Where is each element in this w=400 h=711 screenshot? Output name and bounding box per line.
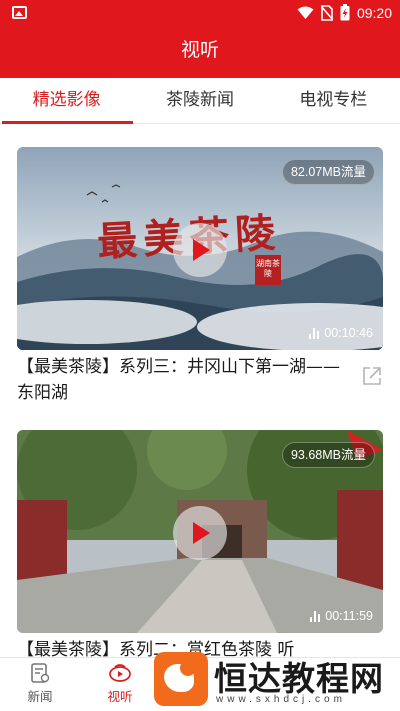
video-icon bbox=[109, 664, 131, 682]
image-icon bbox=[12, 6, 27, 19]
no-sim-icon bbox=[320, 4, 333, 21]
video-duration: 00:11:59 bbox=[310, 609, 373, 623]
video-thumbnail[interactable]: 最美茶陵 湖南茶陵 82.07MB流量 00:10:46 bbox=[17, 147, 383, 350]
nav-news[interactable]: 新闻 bbox=[10, 662, 70, 705]
page-title: 视听 bbox=[0, 27, 400, 78]
nav-video[interactable]: 视听 bbox=[90, 662, 150, 705]
watermark-title: 恒达教程网 bbox=[214, 659, 384, 698]
news-icon bbox=[31, 663, 50, 683]
watermark-logo-icon bbox=[154, 652, 208, 706]
video-thumbnail[interactable]: 93.68MB流量 00:11:59 bbox=[17, 430, 383, 633]
watermark-url: www.sxhdcj.com bbox=[216, 694, 346, 705]
video-title[interactable]: 【最美茶陵】系列三：井冈山下第一湖——东阳湖 bbox=[17, 354, 345, 406]
video-feed[interactable]: 最美茶陵 湖南茶陵 82.07MB流量 00:10:46 【最美茶陵】系列三：井… bbox=[0, 124, 400, 657]
seal-stamp: 湖南茶陵 bbox=[255, 255, 281, 285]
volume-bars-icon bbox=[310, 610, 321, 622]
tab-bar: 精选影像 茶陵新闻 电视专栏 bbox=[0, 78, 400, 124]
nav-news-label: 新闻 bbox=[27, 689, 53, 704]
tab-featured-videos[interactable]: 精选影像 bbox=[0, 78, 134, 124]
system-icons: 09:20 bbox=[297, 4, 392, 21]
clock: 09:20 bbox=[356, 4, 392, 21]
tab-chaling-news[interactable]: 茶陵新闻 bbox=[133, 78, 266, 123]
battery-charging-icon bbox=[340, 4, 350, 21]
watermark: 恒达教程网 www.sxhdcj.com bbox=[150, 650, 400, 711]
duration-text: 00:10:46 bbox=[324, 326, 373, 340]
share-icon[interactable] bbox=[361, 365, 383, 387]
data-usage-badge: 82.07MB流量 bbox=[281, 159, 375, 185]
volume-bars-icon bbox=[309, 327, 320, 339]
nav-video-label: 视听 bbox=[107, 689, 133, 704]
video-duration: 00:10:46 bbox=[309, 326, 373, 340]
data-usage-badge: 93.68MB流量 bbox=[281, 442, 375, 468]
wifi-icon bbox=[297, 6, 314, 19]
play-button[interactable] bbox=[173, 506, 227, 560]
duration-text: 00:11:59 bbox=[325, 609, 373, 623]
status-bar: 09:20 bbox=[0, 0, 400, 27]
play-button[interactable] bbox=[173, 223, 227, 277]
tab-tv-columns[interactable]: 电视专栏 bbox=[267, 78, 400, 123]
